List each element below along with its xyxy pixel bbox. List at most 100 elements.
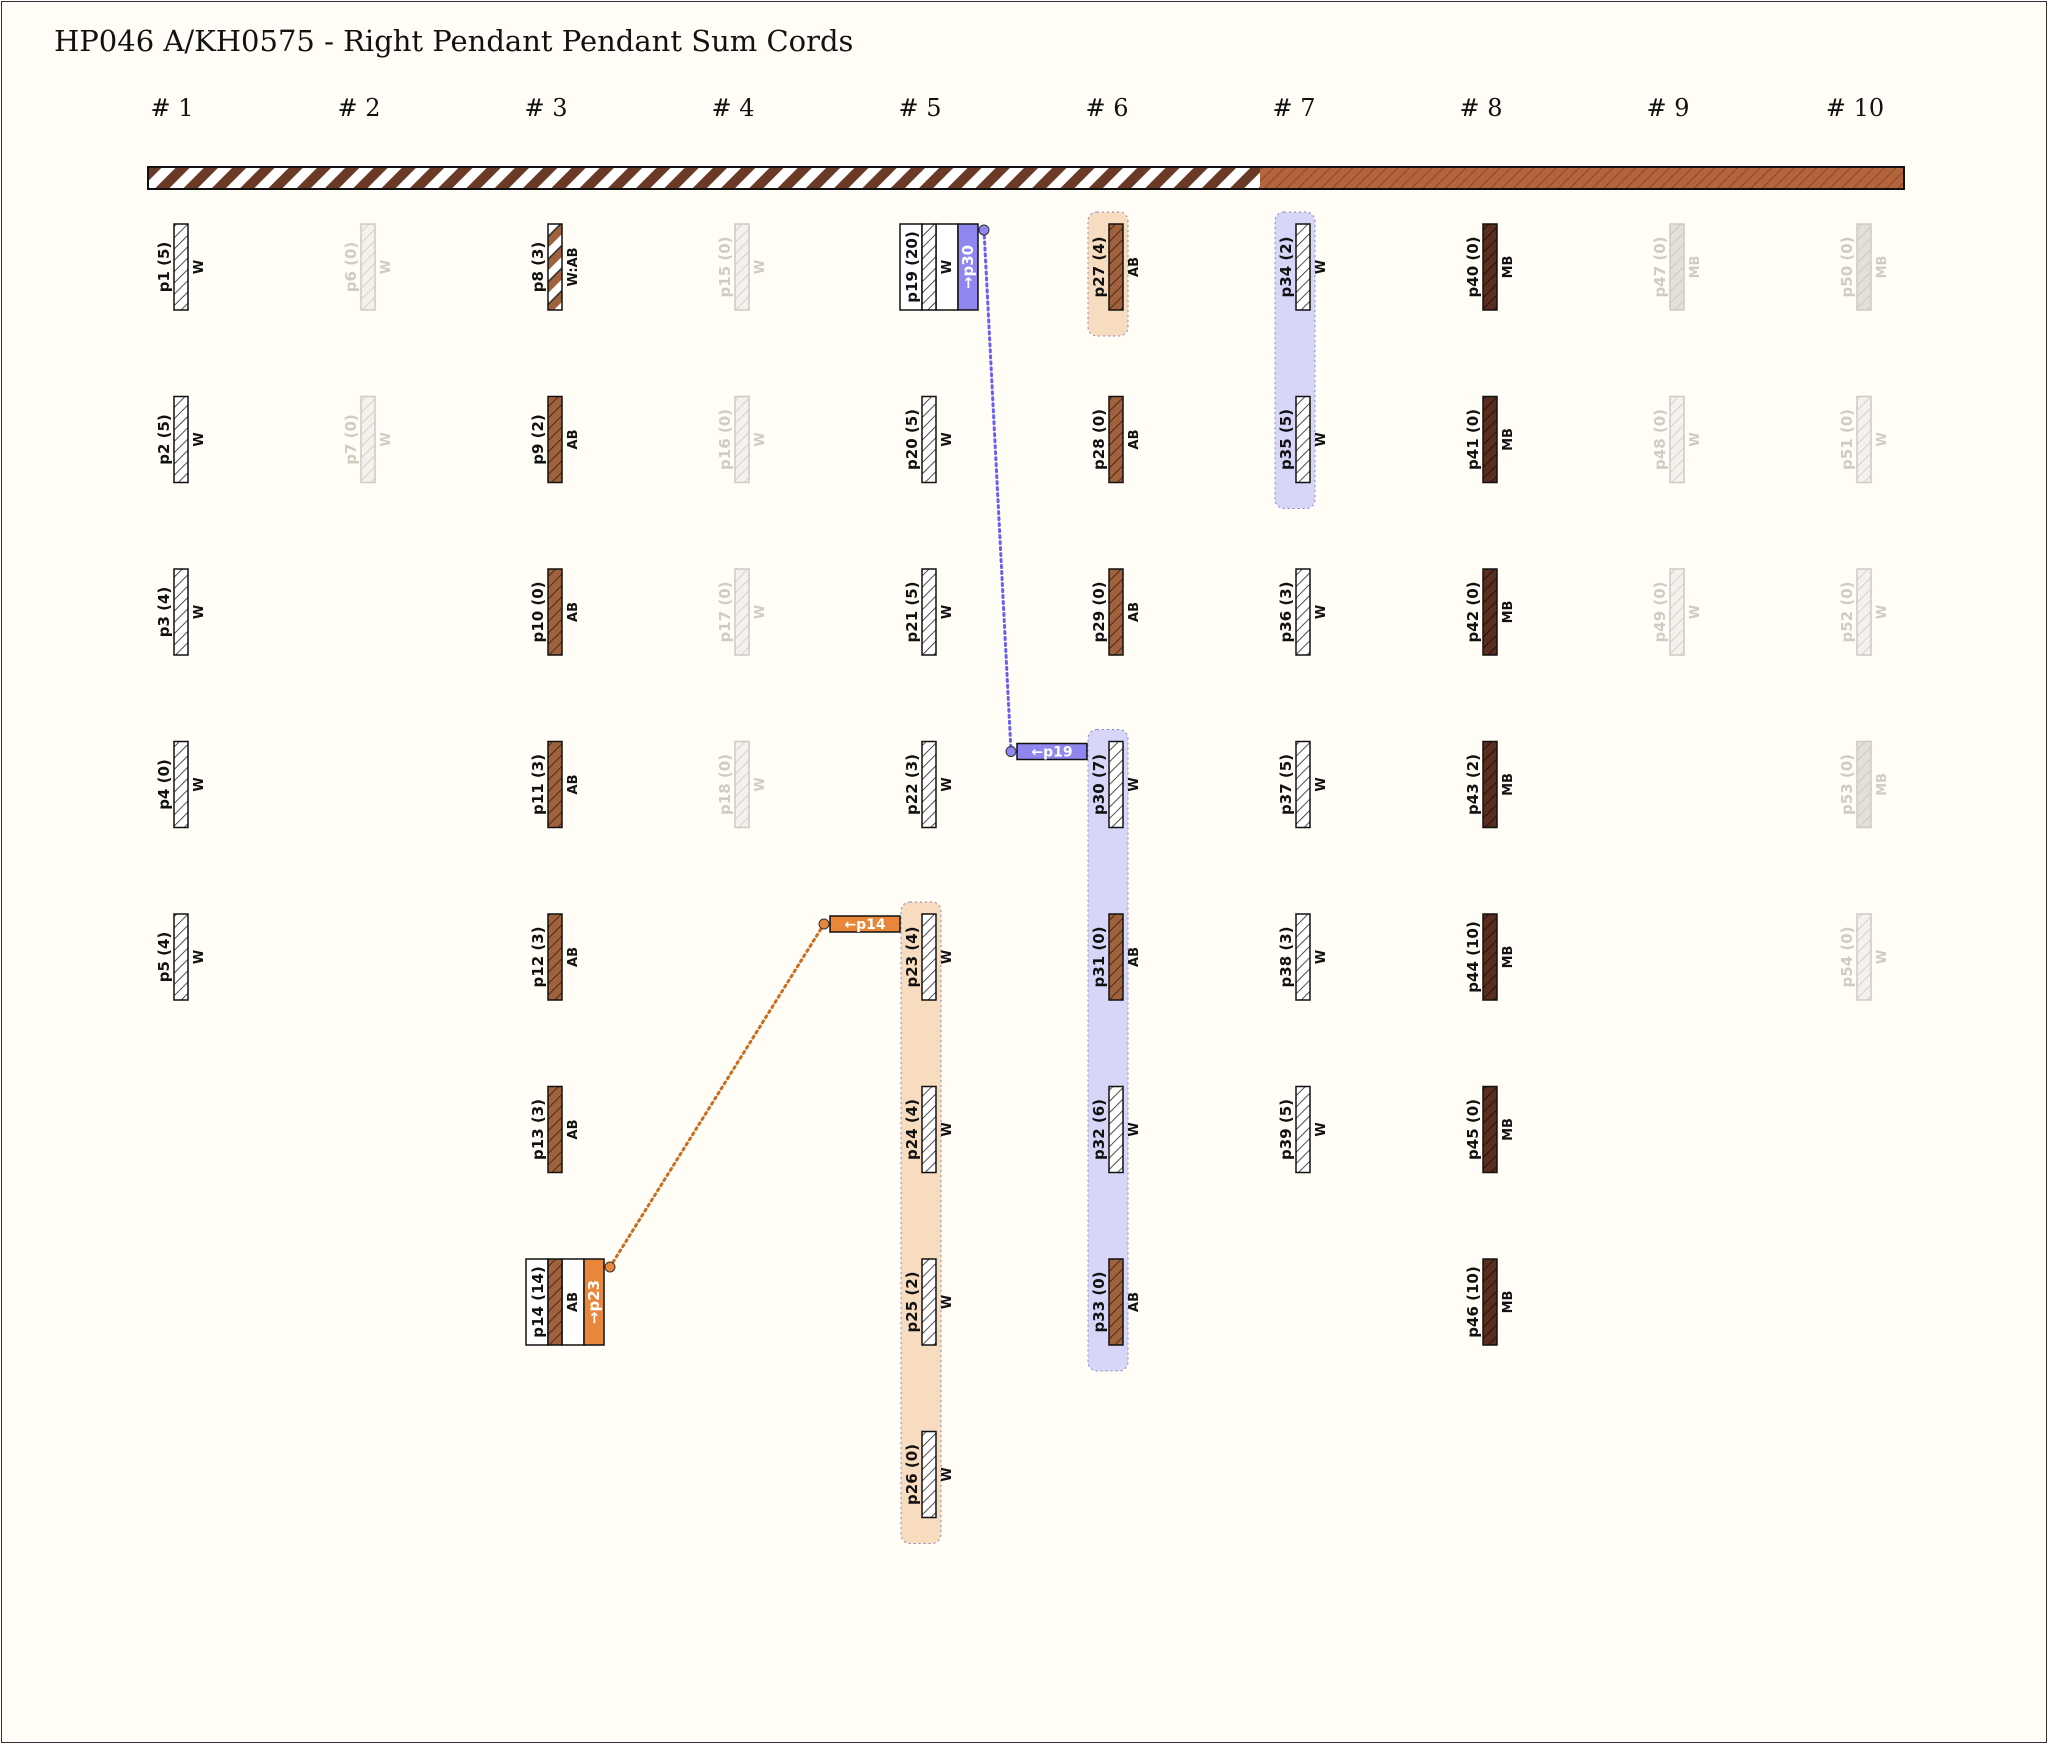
cord-label-p29: p29 (0) xyxy=(1090,582,1108,643)
cord-box-p34 xyxy=(1295,223,1311,311)
link-layer: ←p14 ←p19 xyxy=(604,224,1088,1273)
cord-label-p18: p18 (0) xyxy=(716,754,734,815)
cord-box-p37 xyxy=(1295,740,1311,829)
cord-color-p22: W xyxy=(940,777,955,791)
cord-p54: p54 (0) W xyxy=(1838,913,1890,1001)
cord-color-p37: W xyxy=(1314,777,1329,791)
cord-box-p31 xyxy=(1108,913,1124,1001)
cord-color-p51: W xyxy=(1875,432,1890,446)
cord-box-p30 xyxy=(1108,740,1124,829)
cord-box-p46 xyxy=(1482,1258,1498,1346)
cord-color-p31: AB xyxy=(1127,947,1142,967)
cord-box-p28 xyxy=(1108,395,1124,484)
cord-color-p53: MB xyxy=(1875,773,1890,796)
cord-color-p29: AB xyxy=(1127,602,1142,622)
cord-p21: p21 (5) W xyxy=(903,568,955,656)
cord-color-p17: W xyxy=(753,605,768,619)
cord-color-p30: W xyxy=(1127,777,1142,791)
cord-p12: p12 (3) AB xyxy=(529,913,581,1001)
primary-cord-brown xyxy=(1260,167,1904,189)
cord-color-p45: MB xyxy=(1501,1118,1516,1141)
cord-box-p33 xyxy=(1108,1258,1124,1346)
cord-label-p11: p11 (3) xyxy=(529,754,547,815)
cord-p25: p25 (2) W xyxy=(903,1258,955,1346)
primary-cord-striped xyxy=(148,167,1260,189)
cord-label-p49: p49 (0) xyxy=(1651,582,1669,643)
cord-box-p23 xyxy=(921,913,937,1001)
cord-box-p10 xyxy=(547,568,563,656)
cord-label-p53: p53 (0) xyxy=(1838,754,1856,815)
cord-label-p5: p5 (4) xyxy=(155,932,173,983)
cord-p8: p8 (3) W:AB xyxy=(529,223,581,311)
cord-box-p11 xyxy=(547,740,563,829)
cord-color-p41: MB xyxy=(1501,428,1516,451)
cord-color-p35: W xyxy=(1314,432,1329,446)
cord-color-p1: W xyxy=(192,260,207,274)
cord-p32: p32 (6) W xyxy=(1090,1085,1142,1174)
cord-box-p32 xyxy=(1108,1085,1124,1174)
cord-p34: p34 (2) W xyxy=(1277,223,1329,311)
sum-cord-tag-p19: →p30 xyxy=(959,245,977,289)
cord-color-p8: W:AB xyxy=(566,247,581,286)
cord-label-p43: p43 (2) xyxy=(1464,754,1482,815)
cord-box-p18 xyxy=(734,740,750,829)
cord-box-p16 xyxy=(734,395,750,484)
cord-color-p13: AB xyxy=(566,1120,581,1140)
sum-link-tag-p23: ←p14 xyxy=(844,917,885,933)
cord-p43: p43 (2) MB xyxy=(1464,740,1516,829)
cord-label-p20: p20 (5) xyxy=(903,409,921,470)
cord-box-p48 xyxy=(1669,395,1685,484)
cord-label-p15: p15 (0) xyxy=(716,237,734,298)
cord-p27: p27 (4) AB xyxy=(1090,223,1142,311)
cord-label-p51: p51 (0) xyxy=(1838,409,1856,470)
cord-color-p52: W xyxy=(1875,605,1890,619)
cord-p50: p50 (0) MB xyxy=(1838,223,1890,311)
sum-link-end-p30 xyxy=(1005,746,1017,757)
cord-color-p23: W xyxy=(940,950,955,964)
cord-box-p26 xyxy=(921,1430,937,1519)
cord-label-p48: p48 (0) xyxy=(1651,409,1669,470)
cord-p35: p35 (5) W xyxy=(1277,395,1329,484)
cord-box-p19 xyxy=(921,223,937,311)
sum-link-tag-p30: ←p19 xyxy=(1031,745,1072,761)
cord-label-p24: p24 (4) xyxy=(903,1099,921,1160)
cord-label-p40: p40 (0) xyxy=(1464,237,1482,298)
cord-box-p2 xyxy=(173,395,189,484)
cord-p6: p6 (0) W xyxy=(342,223,394,311)
cord-color-p11: AB xyxy=(566,775,581,795)
cord-box-p43 xyxy=(1482,740,1498,829)
cord-box-p4 xyxy=(173,740,189,829)
cord-p47: p47 (0) MB xyxy=(1651,223,1703,311)
cord-label-p1: p1 (5) xyxy=(155,242,173,293)
cord-label-p28: p28 (0) xyxy=(1090,409,1108,470)
cord-box-p21 xyxy=(921,568,937,656)
cord-p30: p30 (7) W xyxy=(1090,740,1142,829)
cord-p45: p45 (0) MB xyxy=(1464,1085,1516,1174)
cord-box-p7 xyxy=(360,395,376,484)
cord-color-p39: W xyxy=(1314,1122,1329,1136)
cord-box-p42 xyxy=(1482,568,1498,656)
cord-box-p15 xyxy=(734,223,750,311)
cord-p14: →p23 p14 (14) AB xyxy=(525,1258,605,1346)
cord-label-p9: p9 (2) xyxy=(529,414,547,465)
cord-label-p50: p50 (0) xyxy=(1838,237,1856,298)
cord-p22: p22 (3) W xyxy=(903,740,955,829)
cord-box-p3 xyxy=(173,568,189,656)
cord-label-p45: p45 (0) xyxy=(1464,1099,1482,1160)
cord-box-p12 xyxy=(547,913,563,1001)
cord-label-p46: p46 (10) xyxy=(1464,1266,1482,1337)
cord-label-p30: p30 (7) xyxy=(1090,754,1108,815)
cord-box-p54 xyxy=(1856,913,1872,1001)
cord-color-p25: W xyxy=(940,1295,955,1309)
cord-p44: p44 (10) MB xyxy=(1464,913,1516,1001)
sum-link-line-p19 xyxy=(982,228,1013,753)
cord-p3: p3 (4) W xyxy=(155,568,207,656)
cord-color-p47: MB xyxy=(1688,256,1703,279)
cord-box-p6 xyxy=(360,223,376,311)
cord-box-p8 xyxy=(547,223,563,311)
cord-layer: p1 (5) Wp2 (5) Wp3 (4) Wp4 (0) Wp5 (4) Wp6 (0… xyxy=(155,223,1890,1519)
cord-box-p47 xyxy=(1669,223,1685,311)
cord-p16: p16 (0) W xyxy=(716,395,768,484)
sum-link-end-p23 xyxy=(818,918,830,930)
cord-color-p10: AB xyxy=(566,602,581,622)
